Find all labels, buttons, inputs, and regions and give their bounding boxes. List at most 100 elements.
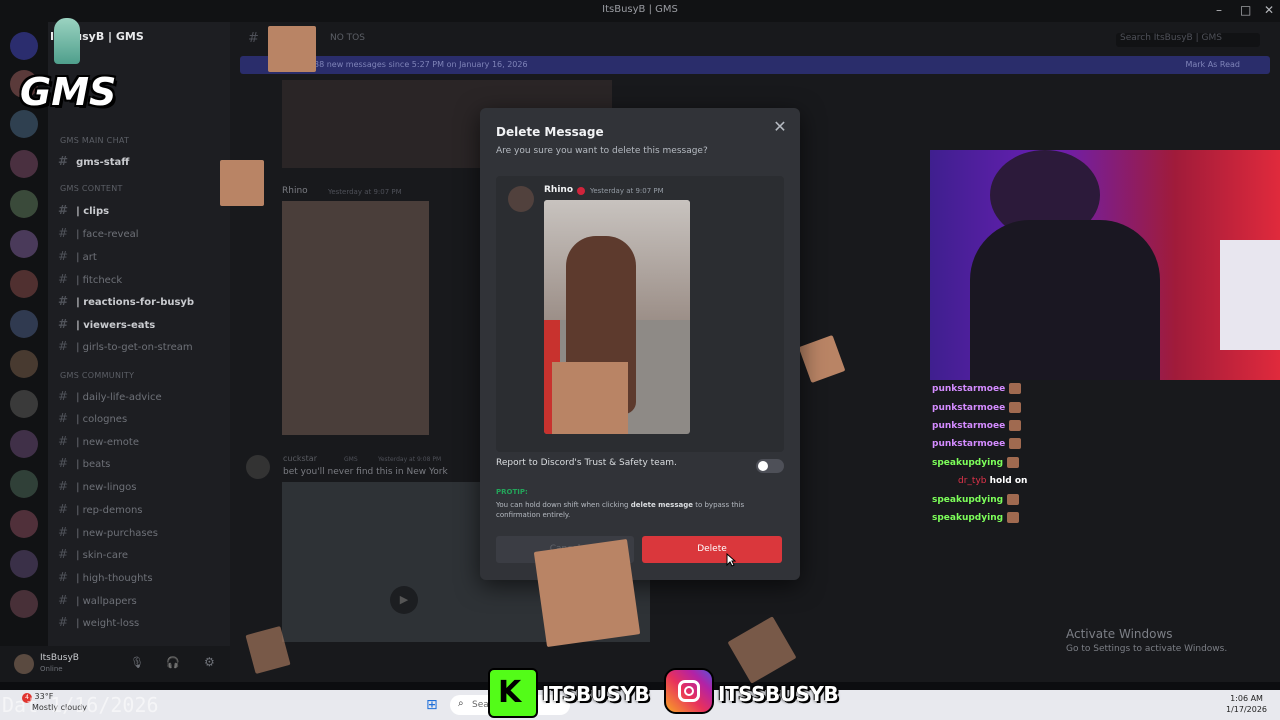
dresser	[1220, 240, 1280, 350]
windows-start-icon[interactable]: ⊞	[426, 697, 438, 713]
channel-art[interactable]: # | art	[58, 249, 97, 263]
window-titlebar: ItsBusyB | GMS – □ ✕	[0, 0, 1280, 22]
mark-as-read-button[interactable]: Mark As Read	[1185, 60, 1240, 69]
clock-date: 1/17/2026	[1226, 705, 1268, 714]
search-input[interactable]: Search ItsBusyB | GMS	[1116, 33, 1260, 47]
message-role-tag: GMS	[344, 456, 358, 463]
new-messages-bar[interactable]: 38 new messages since 5:27 PM on January…	[240, 56, 1270, 74]
category-content[interactable]: GMS CONTENT	[60, 184, 123, 193]
close-icon[interactable]: ✕	[772, 119, 788, 135]
hash-icon: #	[58, 479, 69, 493]
emote-icon	[1009, 438, 1022, 449]
hash-icon: #	[58, 434, 69, 448]
emote-icon	[1007, 457, 1020, 468]
message-image[interactable]	[282, 201, 429, 435]
delete-button[interactable]: Delete	[642, 536, 782, 563]
channel-colognes[interactable]: # | colognes	[58, 411, 127, 425]
server-icon[interactable]	[10, 350, 38, 378]
hash-icon: #	[58, 547, 69, 561]
dialog-title: Delete Message	[496, 125, 604, 139]
close-window-icon[interactable]: ✕	[1264, 3, 1274, 17]
protip-heading: PROTIP:	[496, 488, 528, 496]
channel-new-purchases[interactable]: # | new-purchases	[58, 525, 158, 539]
clock-time: 1:06 AM	[1230, 694, 1263, 703]
emote-icon	[1009, 402, 1022, 413]
headphones-icon[interactable]: 🎧	[166, 656, 180, 669]
maximize-icon[interactable]: □	[1240, 3, 1251, 17]
channel-beats[interactable]: # | beats	[58, 456, 110, 470]
date-watermark: Dat 1/16/2026	[2, 693, 159, 717]
server-icon[interactable]	[10, 390, 38, 418]
channel-new-lingos[interactable]: # | new-lingos	[58, 479, 136, 493]
channel-fitcheck[interactable]: # | fitcheck	[58, 272, 122, 286]
webcam-feed	[930, 150, 1280, 380]
hash-icon: #	[58, 294, 69, 308]
message-timestamp: Yesterday at 9:07 PM	[328, 188, 402, 196]
preview-author: Rhino	[544, 185, 574, 195]
user-panel: ItsBusyB Online 🎙 🎧 ⚙	[0, 646, 230, 682]
server-icon[interactable]	[10, 230, 38, 258]
hash-icon: #	[58, 154, 69, 168]
channel-viewers-eats[interactable]: # | viewers-eats	[58, 317, 155, 331]
avatar[interactable]	[14, 654, 34, 674]
stream-chat-line: speakupdying	[932, 457, 1020, 468]
preview-timestamp: Yesterday at 9:07 PM	[590, 187, 664, 195]
kick-handle: ITSBUSYB	[542, 682, 650, 706]
statue-of-liberty-icon	[54, 18, 80, 64]
gear-icon[interactable]: ⚙	[204, 655, 215, 669]
hash-icon: #	[58, 525, 69, 539]
instagram-logo-icon	[664, 668, 714, 714]
streamer-body	[970, 220, 1160, 380]
server-icon[interactable]	[10, 190, 38, 218]
server-icon[interactable]	[10, 470, 38, 498]
minimize-icon[interactable]: –	[1216, 3, 1222, 17]
emote-icon	[1007, 512, 1020, 523]
channel-daily-life-advice[interactable]: # | daily-life-advice	[58, 389, 162, 403]
new-messages-text: 38 new messages since 5:27 PM on January…	[314, 60, 528, 69]
server-icon[interactable]	[10, 550, 38, 578]
play-icon[interactable]: ▶	[390, 586, 418, 614]
instagram-handle: ITSSBUSYB	[718, 682, 839, 706]
channel-header: # NO TOS Search ItsBusyB | GMS	[230, 26, 1280, 52]
hash-icon: #	[58, 502, 69, 516]
category-community[interactable]: GMS COMMUNITY	[60, 371, 134, 380]
channel-face-reveal[interactable]: # | face-reveal	[58, 226, 139, 240]
server-icon[interactable]	[10, 150, 38, 178]
channel-weight-loss[interactable]: # | weight-loss	[58, 615, 139, 629]
message-author[interactable]: Rhino	[282, 186, 308, 196]
delete-message-dialog: Delete Message Are you sure you want to …	[480, 108, 800, 580]
category-main-chat[interactable]: GMS MAIN CHAT	[60, 136, 129, 145]
preview-image	[544, 200, 690, 434]
emote-sticker	[220, 160, 264, 206]
channel-new-emote[interactable]: # | new-emote	[58, 434, 139, 448]
server-icon[interactable]	[10, 430, 38, 458]
microphone-icon[interactable]: 🎙	[130, 656, 144, 669]
activate-windows-title: Activate Windows	[1066, 627, 1173, 641]
channel-skin-care[interactable]: # | skin-care	[58, 547, 128, 561]
server-icon[interactable]	[10, 510, 38, 538]
channel-reactions-for-busyb[interactable]: # | reactions-for-busyb	[58, 294, 194, 308]
emote-sticker	[533, 538, 641, 648]
stream-chat-line: dr_tyb hold on	[958, 476, 1028, 486]
hash-icon: #	[58, 615, 69, 629]
message-author[interactable]: cuckstar	[283, 454, 317, 463]
stream-chat-line: speakupdying	[932, 512, 1020, 523]
channel-wallpapers[interactable]: # | wallpapers	[58, 593, 137, 607]
avatar[interactable]	[246, 455, 270, 479]
report-toggle[interactable]	[756, 459, 784, 473]
server-icon[interactable]	[10, 270, 38, 298]
hash-icon: #	[58, 226, 69, 240]
emote-icon	[1009, 383, 1022, 394]
server-icon[interactable]	[10, 590, 38, 618]
taskbar-clock[interactable]: 1:06 AM 1/17/2026	[1226, 693, 1267, 715]
channel-gms-staff[interactable]: # gms-staff	[58, 154, 129, 168]
stream-chat-line: speakupdying	[932, 494, 1020, 505]
server-icon[interactable]	[10, 310, 38, 338]
channel-high-thoughts[interactable]: # | high-thoughts	[58, 570, 153, 584]
dialog-subtitle: Are you sure you want to delete this mes…	[496, 146, 708, 156]
channel-rep-demons[interactable]: # | rep-demons	[58, 502, 143, 516]
protip-text: You can hold down shift when clicking de…	[496, 501, 745, 519]
channel-clips[interactable]: # | clips	[58, 203, 109, 217]
channel-girls-to-get-on-stream[interactable]: # | girls-to-get-on-stream	[58, 339, 193, 353]
gms-logo-text: GMS	[20, 70, 117, 114]
